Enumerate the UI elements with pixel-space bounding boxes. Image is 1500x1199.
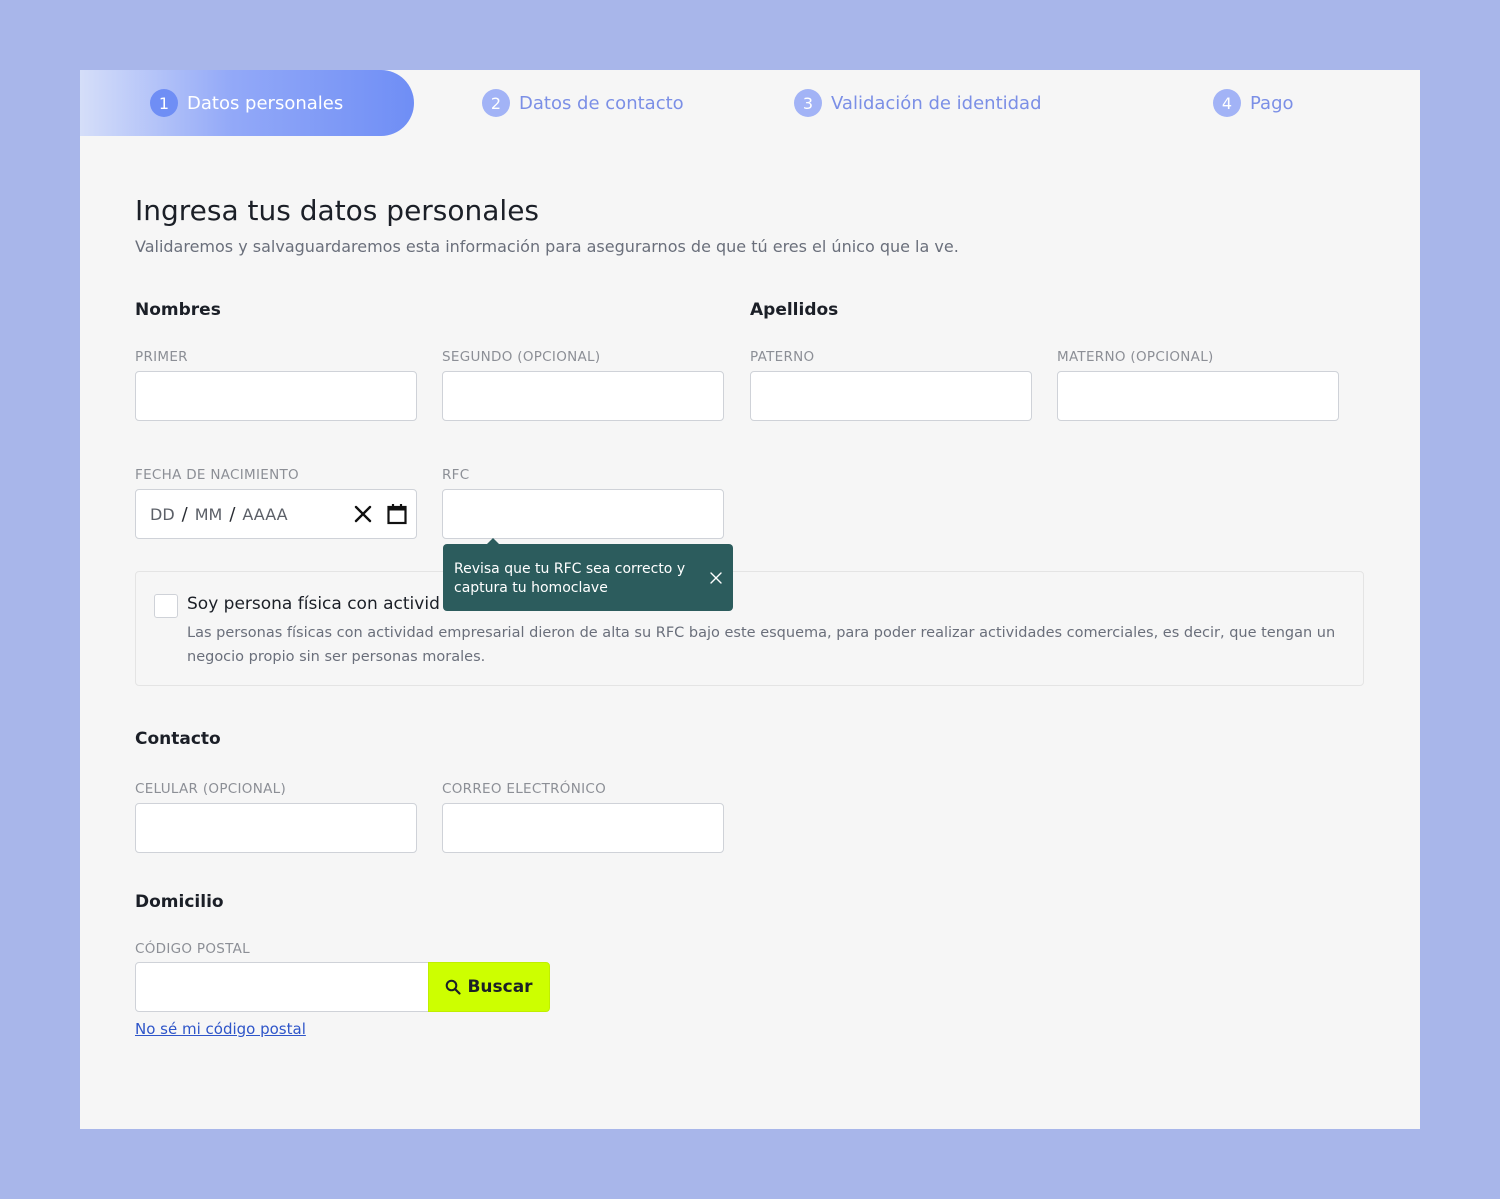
step-validacion-de-identidad[interactable]: 3 Validación de identidad [794, 70, 1042, 136]
page-title: Ingresa tus datos personales [135, 194, 540, 227]
business-activity-label: Soy persona física con activid [187, 594, 440, 614]
step-number: 3 [794, 89, 822, 117]
email-label: CORREO ELECTRÓNICO [442, 781, 607, 797]
paternal-surname-input[interactable] [750, 371, 1032, 421]
registration-card: 1 Datos personales 2 Datos de contacto 3… [80, 70, 1420, 1129]
search-button-label: Buscar [467, 977, 533, 997]
zip-input[interactable] [135, 962, 429, 1012]
unknown-zip-link[interactable]: No sé mi código postal [135, 1020, 306, 1038]
close-icon[interactable] [709, 571, 723, 585]
step-label: Pago [1250, 92, 1294, 114]
paternal-surname-label: PATERNO [750, 349, 815, 365]
calendar-icon[interactable] [386, 503, 408, 525]
first-name-input[interactable] [135, 371, 417, 421]
date-separator: / [229, 503, 236, 525]
email-input[interactable] [442, 803, 724, 853]
step-number: 2 [482, 89, 510, 117]
zip-label: CÓDIGO POSTAL [135, 941, 250, 957]
month-placeholder: MM [194, 504, 223, 524]
rfc-input[interactable] [442, 489, 724, 539]
birthdate-input[interactable]: DD / MM / AAAA [135, 489, 417, 539]
step-label: Datos de contacto [519, 92, 684, 114]
step-pago[interactable]: 4 Pago [1213, 70, 1294, 136]
section-contacto: Contacto [135, 729, 221, 749]
second-name-input[interactable] [442, 371, 724, 421]
first-name-label: PRIMER [135, 349, 188, 365]
business-activity-panel: Soy persona física con activid Las perso… [135, 571, 1364, 686]
birthdate-label: FECHA DE NACIMIENTO [135, 467, 299, 483]
step-label: Datos personales [187, 92, 344, 114]
phone-input[interactable] [135, 803, 417, 853]
step-datos-personales[interactable]: 1 Datos personales [80, 70, 414, 136]
section-domicilio: Domicilio [135, 892, 224, 912]
rfc-tooltip-text: Revisa que tu RFC sea correcto y captura… [454, 561, 686, 596]
maternal-surname-label: MATERNO (OPCIONAL) [1057, 349, 1214, 365]
phone-label: CELULAR (OPCIONAL) [135, 781, 287, 797]
day-placeholder: DD [150, 504, 175, 524]
search-button[interactable]: Buscar [428, 962, 550, 1012]
year-placeholder: AAAA [242, 504, 288, 524]
rfc-label: RFC [442, 467, 470, 483]
step-number: 4 [1213, 89, 1241, 117]
search-icon [446, 979, 462, 995]
maternal-surname-input[interactable] [1057, 371, 1339, 421]
business-activity-description: Las personas físicas con actividad empre… [187, 625, 1336, 665]
stepper: 1 Datos personales 2 Datos de contacto 3… [80, 70, 1420, 136]
rfc-tooltip: Revisa que tu RFC sea correcto y captura… [443, 538, 733, 611]
second-name-label: SEGUNDO (OPCIONAL) [442, 349, 601, 365]
section-nombres: Nombres [135, 300, 221, 320]
clear-date-icon[interactable] [352, 503, 374, 525]
step-datos-de-contacto[interactable]: 2 Datos de contacto [482, 70, 684, 136]
section-apellidos: Apellidos [750, 300, 839, 320]
step-number: 1 [150, 89, 178, 117]
page-subtitle: Validaremos y salvaguardaremos esta info… [135, 237, 959, 256]
date-separator: / [181, 503, 188, 525]
business-activity-checkbox[interactable] [154, 594, 178, 618]
step-label: Validación de identidad [831, 92, 1042, 114]
